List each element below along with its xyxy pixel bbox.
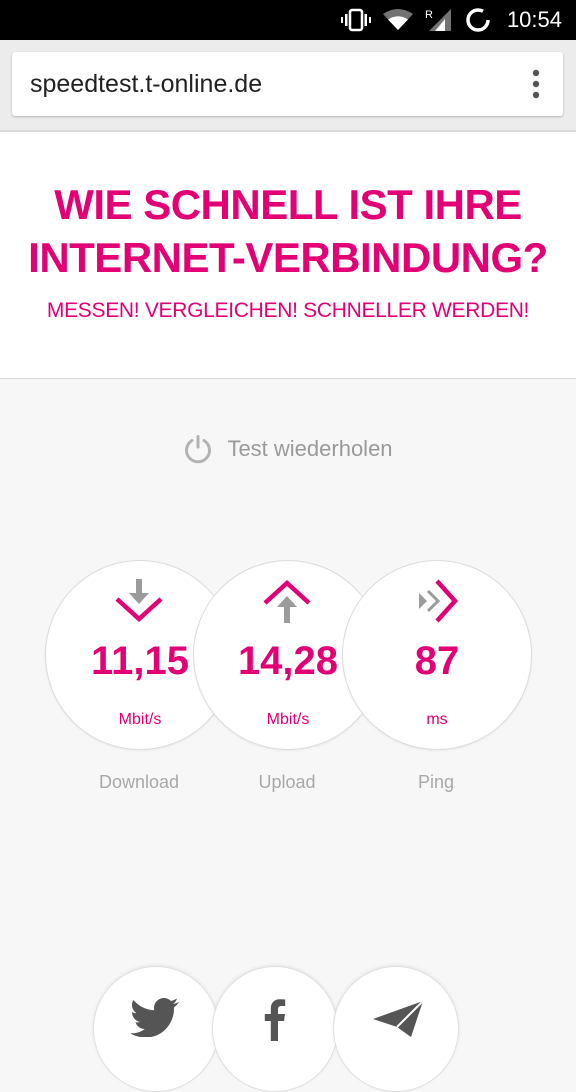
share-facebook-button[interactable] xyxy=(212,966,338,1092)
ping-gauge: 87 ms xyxy=(342,560,532,750)
status-bar: R 10:54 xyxy=(0,0,576,40)
headline-line-1: WIE SCHNELL IST IHRE xyxy=(54,181,522,228)
status-icons: R 10:54 xyxy=(340,6,562,34)
roaming-label: R xyxy=(425,9,433,21)
repeat-test-label[interactable]: Test wiederholen xyxy=(227,436,392,462)
twitter-icon[interactable] xyxy=(131,997,181,1037)
ping-icon xyxy=(419,579,459,623)
ping-unit: ms xyxy=(426,711,448,728)
download-icon xyxy=(115,579,163,623)
ping-label: Ping xyxy=(417,772,455,792)
send-icon[interactable] xyxy=(371,997,425,1037)
battery-charging-icon xyxy=(466,8,490,32)
cellular-roaming-icon: R xyxy=(425,9,451,31)
headline-line-2: INTERNET-VERBINDUNG? xyxy=(28,234,548,281)
hero-banner: WIE SCHNELL IST IHRE INTERNET-VERBINDUNG… xyxy=(0,132,576,379)
url-text[interactable]: speedtest.t-online.de xyxy=(30,70,262,99)
power-icon[interactable] xyxy=(183,434,213,464)
share-send-button[interactable] xyxy=(333,966,459,1092)
more-vert-icon[interactable] xyxy=(523,68,549,100)
page-subtitle: MESSEN! VERGLEICHEN! SCHNELLER WERDEN! xyxy=(46,299,530,322)
url-bar[interactable]: speedtest.t-online.de xyxy=(12,52,563,116)
facebook-icon[interactable] xyxy=(250,997,300,1041)
share-twitter-button[interactable] xyxy=(93,966,219,1092)
page-title: WIE SCHNELL IST IHRE INTERNET-VERBINDUNG… xyxy=(0,178,576,284)
ping-value: 87 xyxy=(414,639,460,683)
repeat-test-button[interactable]: Test wiederholen xyxy=(0,434,576,464)
wifi-icon xyxy=(382,9,413,30)
browser-toolbar: speedtest.t-online.de xyxy=(0,40,576,132)
status-time: 10:54 xyxy=(506,7,562,32)
upload-icon xyxy=(263,579,311,623)
vibrate-icon xyxy=(340,8,371,32)
